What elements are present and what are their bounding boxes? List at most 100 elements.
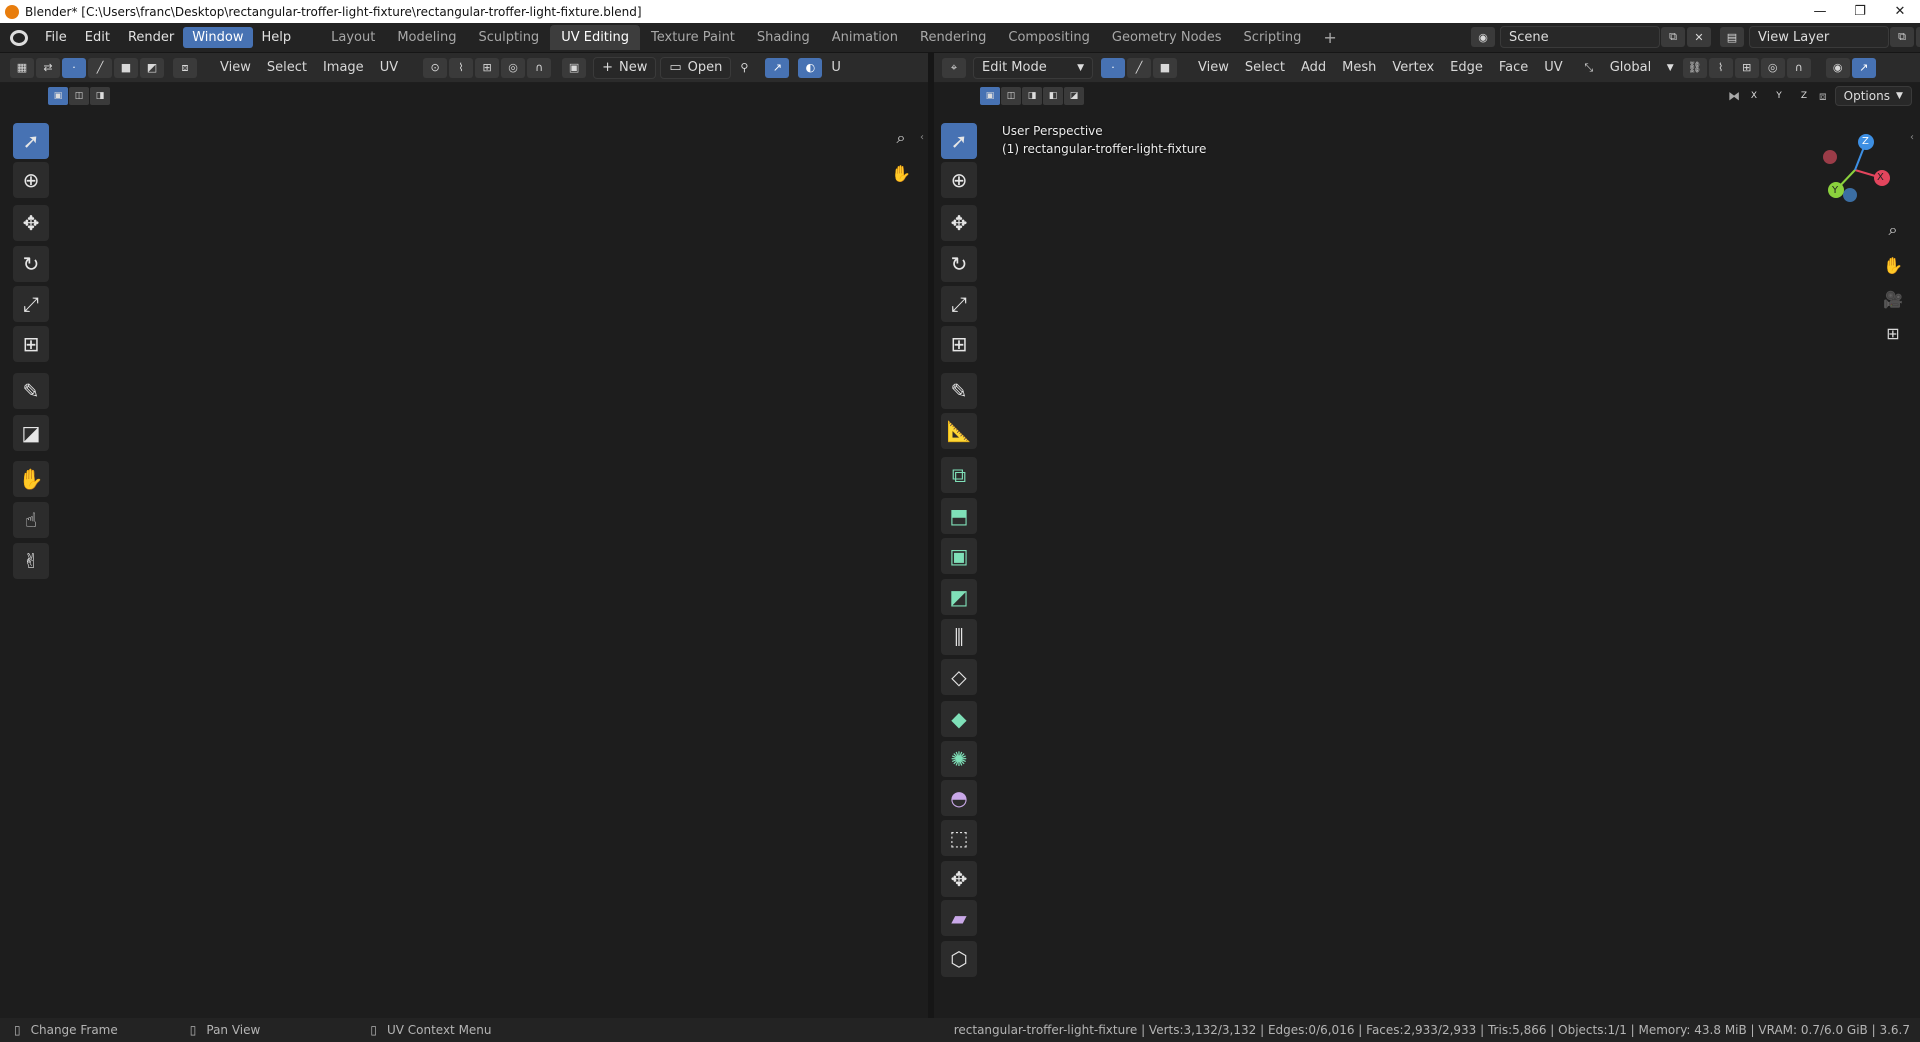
uv-island[interactable] xyxy=(619,636,713,643)
add-workspace-button[interactable]: + xyxy=(1312,23,1347,52)
uv-island[interactable] xyxy=(619,521,713,528)
uv-island[interactable] xyxy=(734,457,776,477)
menu-edit[interactable]: Edit xyxy=(76,27,119,48)
edge-select-icon[interactable]: ╱ xyxy=(88,57,112,78)
uv-island[interactable] xyxy=(619,280,713,287)
mirror-y-toggle[interactable]: Y xyxy=(1769,87,1789,105)
uv-island[interactable] xyxy=(121,897,129,905)
uv-island[interactable] xyxy=(515,381,611,388)
uv-island[interactable] xyxy=(196,744,294,751)
uv-island[interactable] xyxy=(801,389,810,421)
options-dropdown[interactable]: Options ▼ xyxy=(1834,86,1912,106)
uv-island[interactable] xyxy=(639,571,650,603)
uv-island[interactable] xyxy=(515,315,611,322)
uv-island[interactable] xyxy=(259,812,301,832)
transform-icon[interactable]: ⊞ xyxy=(13,326,49,362)
uv-island[interactable] xyxy=(505,733,599,740)
uv-island[interactable] xyxy=(584,852,593,884)
cursor-select-icon[interactable]: ➚ xyxy=(13,123,49,159)
uv-island[interactable] xyxy=(515,370,611,377)
uv-island[interactable] xyxy=(505,788,599,795)
select-intersect-3d-icon[interactable]: ◪ xyxy=(1064,87,1084,105)
uv-island[interactable] xyxy=(751,711,760,743)
uv-island[interactable] xyxy=(783,389,792,421)
uv-island[interactable] xyxy=(442,744,453,776)
uv-island[interactable] xyxy=(321,807,330,839)
uv-island[interactable] xyxy=(604,811,613,843)
uv-island[interactable] xyxy=(687,571,698,603)
spin-icon[interactable]: ✺ xyxy=(941,741,977,777)
uv-island[interactable] xyxy=(619,658,713,665)
tab-layout[interactable]: Layout xyxy=(320,25,386,50)
cursor-select-icon[interactable]: ➚ xyxy=(941,123,977,159)
annotate-icon[interactable]: ✎ xyxy=(941,373,977,409)
uv-island[interactable] xyxy=(430,782,441,814)
uv-island[interactable] xyxy=(594,811,603,843)
uv-island[interactable] xyxy=(121,847,130,879)
rip-icon[interactable]: ◪ xyxy=(13,415,49,451)
camera-view-icon[interactable]: 🎥 xyxy=(1880,286,1906,312)
uv-island[interactable] xyxy=(751,514,760,546)
uv-island[interactable] xyxy=(657,220,666,252)
uv-island[interactable] xyxy=(675,571,686,603)
view-layer-field[interactable]: View Layer xyxy=(1749,26,1889,48)
uv-island[interactable] xyxy=(792,269,801,301)
uv-island[interactable] xyxy=(418,744,429,776)
uv-island[interactable] xyxy=(91,764,189,771)
uv-island[interactable] xyxy=(801,309,810,341)
tab-geometry-nodes[interactable]: Geometry Nodes xyxy=(1101,25,1233,50)
navigation-gizmo[interactable] xyxy=(1810,125,1900,215)
falloff-icon[interactable]: ∩ xyxy=(527,57,552,78)
uv-island[interactable] xyxy=(341,807,350,839)
editor-type-3d-icon[interactable]: ⌖ xyxy=(942,57,966,78)
uv-island[interactable] xyxy=(331,847,340,879)
viewport-menu-edge[interactable]: Edge xyxy=(1442,58,1491,77)
uv-island[interactable] xyxy=(674,807,716,827)
scale-icon[interactable]: ⤢ xyxy=(941,286,977,322)
uv-island[interactable] xyxy=(521,204,615,211)
uv-island[interactable] xyxy=(774,389,783,421)
uv-island[interactable] xyxy=(721,711,730,743)
uv-island[interactable] xyxy=(609,766,703,773)
open-image-button[interactable]: ▭ Open xyxy=(660,56,732,79)
viewport-gizmo-icon[interactable]: ↗ xyxy=(1851,57,1876,78)
uv-island[interactable] xyxy=(609,733,703,740)
inset-icon[interactable]: ▣ xyxy=(941,538,977,574)
uv-island[interactable] xyxy=(515,811,524,843)
select-subtract-icon[interactable]: ◨ xyxy=(90,87,110,105)
uv-island[interactable] xyxy=(769,711,778,743)
pivot-icon[interactable]: ⊙ xyxy=(423,57,448,78)
3d-cursor-icon[interactable]: ⊕ xyxy=(13,162,49,198)
area-divider[interactable] xyxy=(928,53,934,1018)
uv-editor-area[interactable] xyxy=(0,83,928,1018)
uv-island[interactable] xyxy=(741,514,750,546)
uv-island[interactable] xyxy=(723,182,732,214)
bevel-icon[interactable]: ◩ xyxy=(941,579,977,615)
viewport-mesh[interactable] xyxy=(934,83,1920,1018)
uv-island[interactable] xyxy=(91,847,100,879)
uv-island[interactable] xyxy=(389,897,397,905)
uv-island[interactable] xyxy=(789,636,798,668)
uv-island[interactable] xyxy=(418,858,429,890)
uv-island[interactable] xyxy=(703,220,712,252)
mirror-x-toggle[interactable]: X xyxy=(1744,87,1764,105)
edge-slide-icon[interactable]: ⬚ xyxy=(941,820,977,856)
uv-island[interactable] xyxy=(515,414,611,421)
uv-island[interactable] xyxy=(609,755,703,762)
uv-island[interactable] xyxy=(792,389,801,421)
maximize-button[interactable]: ❐ xyxy=(1840,0,1880,23)
uv-island[interactable] xyxy=(792,469,801,501)
uv-island[interactable] xyxy=(811,743,825,757)
pin-icon[interactable]: ⚲ xyxy=(732,58,756,78)
uv-island[interactable] xyxy=(733,220,742,252)
vertex-select-icon[interactable]: · xyxy=(62,57,86,78)
uv-island[interactable] xyxy=(574,811,583,843)
uv-island[interactable] xyxy=(430,858,441,890)
tab-sculpting[interactable]: Sculpting xyxy=(467,25,550,50)
3d-cursor-icon[interactable]: ⊕ xyxy=(941,162,977,198)
proportional-falloff-icon[interactable]: ∩ xyxy=(1786,57,1811,78)
uv-island[interactable] xyxy=(669,811,678,843)
shear-icon[interactable]: ▰ xyxy=(941,900,977,936)
uv-island[interactable] xyxy=(811,763,825,777)
loop-cut-icon[interactable]: ⫼ xyxy=(941,619,977,655)
